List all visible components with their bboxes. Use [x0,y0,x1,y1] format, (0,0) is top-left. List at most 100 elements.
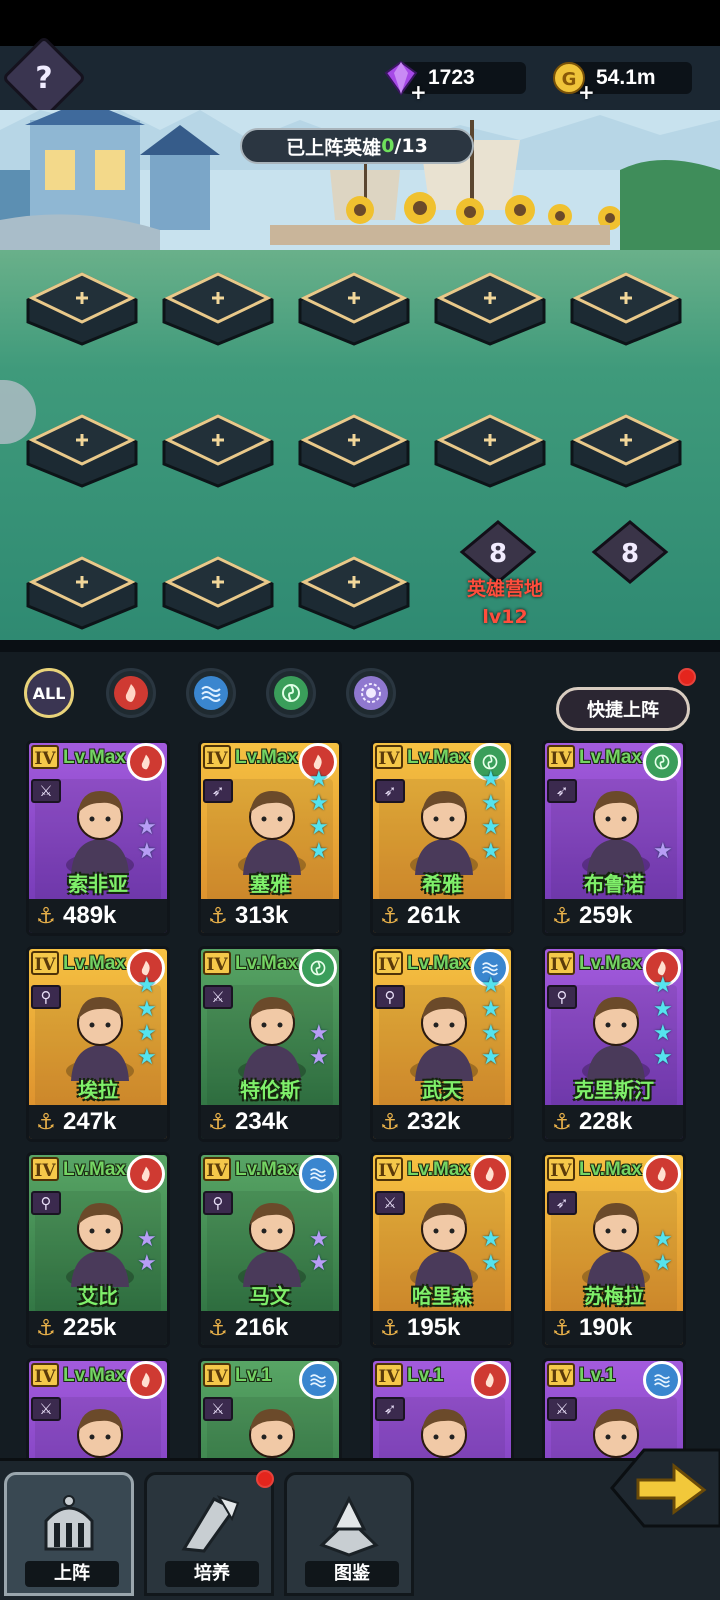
tab-codex[interactable]: 图鉴 [284,1472,414,1596]
star-icon: ★ [309,815,329,840]
sword-class-icon: ⚔ [375,1191,405,1215]
tier-badge: IV [203,745,231,769]
formation-slot[interactable] [296,402,412,488]
wind-icon [643,743,681,781]
tab-deploy[interactable]: 上阵 [4,1472,134,1596]
formation-slot[interactable] [296,260,412,346]
formation-slot[interactable] [432,402,548,488]
hero-portrait [66,791,134,875]
fire-icon [127,743,165,781]
hero-power: 225k [63,1314,117,1341]
hero-card[interactable]: IV Lv.Max ⚔ ★ ★ 索非亚 ⚓ 489k [26,740,170,936]
anchor-icon: ⚓ [208,1109,228,1135]
power-bar: ⚓ 234k [201,1105,339,1139]
tier-badge: IV [547,951,575,975]
filter-water-button[interactable] [186,668,236,718]
water-icon [299,1361,337,1399]
hero-card[interactable]: IV Lv.Max ➶ ★ ★ 苏梅拉 ⚓ 190k [542,1152,686,1348]
star-rating: ★ ★ [137,1229,159,1275]
hero-power: 195k [407,1314,461,1341]
formation-slot[interactable] [160,544,276,630]
tier-badge: IV [31,745,59,769]
star-icon: ★ [309,791,329,816]
filter-light-button[interactable] [346,668,396,718]
hero-name: 索非亚 [68,872,128,896]
anchor-icon: ⚓ [552,1315,572,1341]
power-bar: ⚓ 225k [29,1311,167,1345]
hero-card[interactable]: IV Lv.Max ⚲ ★ ★ 艾比 ⚓ 225k [26,1152,170,1348]
hero-card[interactable]: IV Lv.Max ⚲ ★ ★ ★ ★ 克里斯汀 ⚓ 228k [542,946,686,1142]
deployed-label: 已上阵英雄 [286,136,382,159]
tab-cultivate[interactable]: 培养 [144,1472,274,1596]
formation-slot[interactable] [160,260,276,346]
star-icon: ★ [481,839,501,864]
deployed-heroes-banner: 已上阵英雄 0 /13 [240,128,474,164]
hero-card[interactable]: IV Lv.Max ⚔ ★ ★ 哈里森 ⚓ 195k [370,1152,514,1348]
star-icon: ★ [653,997,673,1022]
hero-power: 216k [235,1314,289,1341]
tier-badge: IV [547,1157,575,1181]
gem-counter[interactable]: + 1723 [384,60,526,104]
hero-name: 哈里森 [412,1284,472,1308]
hero-level: Lv.Max [407,747,471,768]
fire-icon [643,1155,681,1193]
hero-portrait [238,1203,306,1287]
star-icon: ★ [481,1045,501,1070]
formation-slot[interactable] [568,260,684,346]
star-icon: ★ [309,839,329,864]
star-icon: ★ [309,1227,329,1252]
cultivate-icon [147,1485,271,1563]
formation-slot[interactable] [296,544,412,630]
question-icon: ? [35,60,53,96]
star-icon: ★ [309,1251,329,1276]
hero-power: 190k [579,1314,633,1341]
star-icon: ★ [653,1045,673,1070]
arrow-right-icon[interactable] [604,1446,720,1530]
gold-amount: 54.1m [596,66,656,89]
hero-card[interactable]: IV Lv.Max ⚔ ★ ★ 特伦斯 ⚓ 234k [198,946,342,1142]
hero-card[interactable]: IV Lv.Max ⚲ ★ ★ ★ ★ 埃拉 ⚓ 247k [26,946,170,1142]
hero-portrait [66,997,134,1081]
hero-level: Lv.1 [407,1365,444,1386]
notification-dot [678,668,696,686]
staff-class-icon: ⚲ [31,1191,61,1215]
anchor-icon: ⚓ [36,1109,56,1135]
hero-portrait [66,1203,134,1287]
staff-class-icon: ⚲ [203,1191,233,1215]
hero-card[interactable]: IV Lv.Max ⚲ ★ ★ ★ ★ 武天 ⚓ 232k [370,946,514,1142]
filter-wind-button[interactable] [266,668,316,718]
bow-class-icon: ➶ [547,779,577,803]
fire-icon [114,676,148,710]
formation-slot[interactable] [432,260,548,346]
tier-badge: IV [203,1157,231,1181]
staff-class-icon: ⚲ [31,985,61,1009]
hero-card[interactable]: IV Lv.Max ➶ ★ ★ ★ ★ 希雅 ⚓ 261k [370,740,514,936]
hero-card[interactable]: IV Lv.Max ⚲ ★ ★ 马文 ⚓ 216k [198,1152,342,1348]
hero-card[interactable]: IV Lv.Max ➶ ★ 布鲁诺 ⚓ 259k [542,740,686,936]
hero-camp-level: lv12 [482,606,528,628]
hero-camp-label[interactable]: 英雄营地 lv12 [450,575,560,631]
locked-slot-icon[interactable]: 8 [590,520,670,584]
star-icon: ★ [137,1251,157,1276]
hero-level: Lv.1 [235,1365,272,1386]
star-rating: ★ ★ ★ ★ [481,975,503,1069]
bow-class-icon: ➶ [375,779,405,803]
quick-deploy-button[interactable]: 快捷上阵 [556,687,690,731]
hero-card[interactable]: IV Lv.Max ➶ ★ ★ ★ ★ 塞雅 ⚓ 313k [198,740,342,936]
formation-slot[interactable] [160,402,276,488]
power-bar: ⚓ 489k [29,899,167,933]
filter-fire-button[interactable] [106,668,156,718]
gold-counter[interactable]: G + 54.1m [553,62,692,104]
formation-slot[interactable] [24,402,140,488]
power-bar: ⚓ 195k [373,1311,511,1345]
filter-all-button[interactable]: ALL [24,668,74,718]
power-bar: ⚓ 228k [545,1105,683,1139]
hero-name: 克里斯汀 [574,1078,654,1102]
fire-icon [127,1361,165,1399]
bow-class-icon: ➶ [203,779,233,803]
anchor-icon: ⚓ [36,903,56,929]
formation-slot[interactable] [24,544,140,630]
star-icon: ★ [137,973,157,998]
formation-slot[interactable] [24,260,140,346]
formation-slot[interactable] [568,402,684,488]
